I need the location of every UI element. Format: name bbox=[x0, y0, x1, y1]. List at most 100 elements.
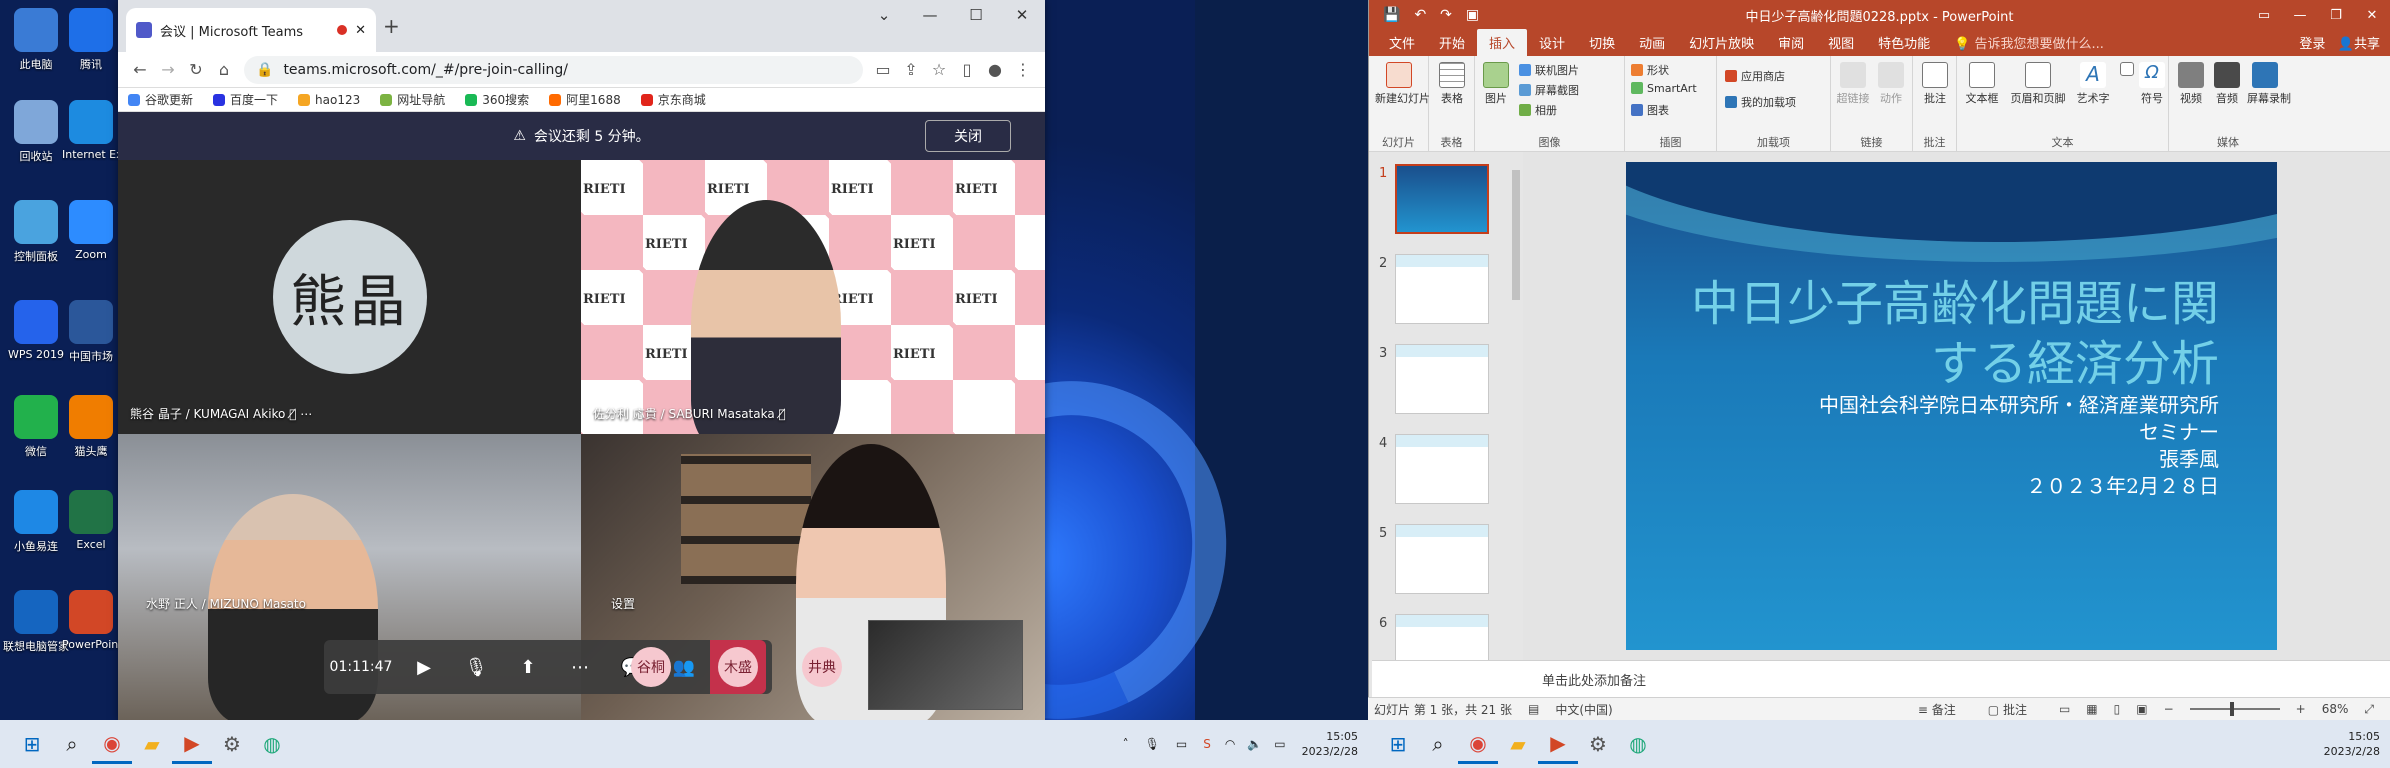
participant-tile-1[interactable]: 熊晶 熊谷 晶子 / KUMAGAI Akiko 🎙̸ ⋯ bbox=[118, 160, 581, 434]
ribbon-tab[interactable]: 幻灯片放映 bbox=[1677, 29, 1766, 56]
home-icon[interactable]: ⌂ bbox=[210, 60, 238, 79]
participant-tile-2[interactable]: RIETI RIETI RIETI RIETI RIETI RIETI RIETI RIETI… bbox=[581, 160, 1045, 434]
video-button[interactable]: 视频 bbox=[2175, 62, 2207, 106]
slide-title[interactable]: 中日少子高齢化問題に関する経済分析 bbox=[1659, 274, 2219, 394]
sidebar-icon[interactable]: ▯ bbox=[953, 60, 981, 79]
notes-pane[interactable]: 单击此处添加备注 bbox=[1372, 660, 2390, 697]
action-button[interactable]: 动作 bbox=[1873, 62, 1909, 106]
ribbon-tab[interactable]: 特色功能 bbox=[1866, 29, 1942, 56]
desktop-icon[interactable]: PowerPoint 2016 bbox=[62, 590, 120, 651]
edge-icon[interactable]: ◍ bbox=[1618, 724, 1658, 764]
start-icon[interactable]: ⊞ bbox=[12, 724, 52, 764]
table-button[interactable]: 表格 bbox=[1437, 62, 1467, 106]
album-button[interactable]: 相册 bbox=[1519, 102, 1557, 118]
reading-view-icon[interactable]: ▯ bbox=[2114, 702, 2121, 716]
close-button[interactable]: ✕ bbox=[999, 0, 1045, 30]
share-icon[interactable]: ⇪ bbox=[897, 60, 925, 79]
ppt-close-button[interactable]: ✕ bbox=[2354, 0, 2390, 30]
online-pictures-button[interactable]: 联机图片 bbox=[1519, 62, 1579, 78]
ribbon-display-icon[interactable]: ▭ bbox=[2246, 0, 2282, 30]
tray-chevron-icon[interactable]: ˄ bbox=[1123, 737, 1129, 751]
tell-me-box[interactable]: 💡 告诉我您想要做什么... bbox=[1942, 29, 2116, 56]
desktop-icon[interactable]: Zoom bbox=[62, 200, 120, 261]
fit-slide-icon[interactable]: ⤢ bbox=[2364, 702, 2374, 717]
hyperlink-button[interactable]: 超链接 bbox=[1835, 62, 1871, 106]
spellcheck-icon[interactable]: ▤ bbox=[1528, 702, 1539, 716]
powerpoint-taskbar-icon[interactable]: ▶ bbox=[1538, 724, 1578, 764]
camera-icon[interactable]: ▶ bbox=[398, 657, 450, 678]
zoom-in-icon[interactable]: + bbox=[2296, 702, 2306, 716]
bookmark-item[interactable]: 京东商城 bbox=[640, 91, 706, 108]
bookmark-item[interactable]: hao123 bbox=[298, 93, 360, 107]
chrome-icon[interactable]: ◉ bbox=[1458, 724, 1498, 764]
bookmark-item[interactable]: 阿里1688 bbox=[549, 91, 621, 108]
url-input[interactable]: 🔒 teams.microsoft.com/_#/pre-join-callin… bbox=[244, 55, 863, 84]
desktop-icon[interactable]: Excel bbox=[62, 490, 120, 551]
slide-subtitle[interactable]: 中国社会科学院日本研究所・経済産業研究所 セミナー 張季風 ２０２３年2月２８日 bbox=[1659, 392, 2219, 500]
sign-in-link[interactable]: 登录 bbox=[2299, 37, 2325, 52]
tab-search-icon[interactable]: ⌄ bbox=[861, 0, 907, 30]
wordart-button[interactable]: A 艺术字 bbox=[2073, 62, 2113, 106]
clock[interactable]: 15:05 2023/2/28 bbox=[1302, 729, 1358, 759]
current-slide[interactable]: 中日少子高齢化問題に関する経済分析 中国社会科学院日本研究所・経済産業研究所 セ… bbox=[1626, 162, 2277, 650]
tray-mic-icon[interactable]: 🎙 bbox=[1145, 737, 1160, 751]
participant-chip-1[interactable]: 谷桐 bbox=[631, 647, 671, 687]
ppt-restore-button[interactable]: ❐ bbox=[2318, 0, 2354, 30]
mic-icon[interactable]: 🎙 bbox=[450, 657, 502, 678]
slide-thumbnail[interactable] bbox=[1395, 524, 1489, 594]
start-icon[interactable]: ⊞ bbox=[1378, 724, 1418, 764]
smartart-button[interactable]: SmartArt bbox=[1631, 82, 1697, 95]
file-explorer-icon[interactable]: ▰ bbox=[1498, 724, 1538, 764]
more-icon[interactable]: ⋯ bbox=[300, 407, 312, 421]
search-icon[interactable]: ⌕ bbox=[1418, 724, 1458, 764]
forward-icon[interactable]: → bbox=[154, 60, 182, 79]
new-tab-button[interactable]: + bbox=[383, 14, 400, 38]
slide-thumbnail[interactable] bbox=[1395, 344, 1489, 414]
desktop-icon[interactable]: 腾讯 bbox=[62, 8, 120, 72]
my-addins-button[interactable]: 我的加载项 bbox=[1725, 94, 1796, 110]
slide-thumbnail[interactable] bbox=[1395, 434, 1489, 504]
volume-icon[interactable]: 🔈 bbox=[1247, 737, 1262, 751]
share-button[interactable]: 共享 bbox=[2354, 37, 2380, 52]
close-tab-icon[interactable]: ✕ bbox=[355, 23, 366, 38]
ribbon-tab[interactable]: 切换 bbox=[1577, 29, 1627, 56]
participant-chip-2[interactable]: 木盛 bbox=[718, 647, 758, 687]
share-screen-icon[interactable]: ⬆ bbox=[502, 657, 554, 678]
ribbon-tab[interactable]: 设计 bbox=[1527, 29, 1577, 56]
picture-button[interactable]: 图片 bbox=[1481, 62, 1511, 106]
slide-thumbnail[interactable] bbox=[1395, 254, 1489, 324]
slide-thumbnail[interactable] bbox=[1395, 164, 1489, 234]
tray-wps-icon[interactable]: S bbox=[1203, 737, 1211, 751]
reload-icon[interactable]: ↻ bbox=[182, 60, 210, 79]
more-actions-icon[interactable]: ⋯ bbox=[554, 657, 606, 678]
menu-icon[interactable]: ⋮ bbox=[1009, 60, 1037, 79]
self-preview-video[interactable] bbox=[868, 620, 1023, 710]
ppt-minimize-button[interactable]: — bbox=[2282, 0, 2318, 30]
powerpoint-taskbar-icon[interactable]: ▶ bbox=[172, 724, 212, 764]
scroll-thumb[interactable] bbox=[1512, 170, 1520, 300]
desktop-icon[interactable]: Internet Explorer bbox=[62, 100, 120, 161]
bookmark-item[interactable]: 360搜索 bbox=[465, 91, 529, 108]
profile-icon[interactable]: ● bbox=[981, 60, 1009, 79]
desktop-icon[interactable]: 中国市场 bbox=[62, 300, 120, 364]
textbox-button[interactable]: 文本框 bbox=[1961, 62, 2003, 106]
new-slide-button[interactable]: 新建幻灯片 bbox=[1375, 62, 1430, 106]
symbol-button[interactable]: Ω 符号 bbox=[2137, 62, 2167, 106]
screenshot-button[interactable]: 屏幕截图 bbox=[1519, 82, 1579, 98]
ribbon-tab[interactable]: 审阅 bbox=[1766, 29, 1816, 56]
settings-icon[interactable]: ⚙ bbox=[1578, 724, 1618, 764]
wifi-icon[interactable]: ◠ bbox=[1225, 737, 1235, 751]
desktop-icon[interactable]: 猫头鹰 bbox=[62, 395, 120, 459]
ribbon-tab[interactable]: 开始 bbox=[1427, 29, 1477, 56]
camera-icon[interactable]: ▭ bbox=[869, 60, 897, 79]
banner-close-button[interactable]: 关闭 bbox=[925, 120, 1011, 152]
screen-recording-button[interactable]: 屏幕录制 bbox=[2247, 62, 2291, 106]
file-explorer-icon[interactable]: ▰ bbox=[132, 724, 172, 764]
normal-view-icon[interactable]: ▭ bbox=[2059, 702, 2070, 716]
search-icon[interactable]: ⌕ bbox=[52, 724, 92, 764]
text-more-icon[interactable] bbox=[2119, 62, 2135, 78]
zoom-slider[interactable] bbox=[2189, 702, 2280, 716]
comments-toggle[interactable]: ▢ 批注 bbox=[1988, 701, 2043, 718]
slideshow-icon[interactable]: ▣ bbox=[2136, 702, 2147, 716]
bookmark-item[interactable]: 网址导航 bbox=[380, 91, 445, 108]
